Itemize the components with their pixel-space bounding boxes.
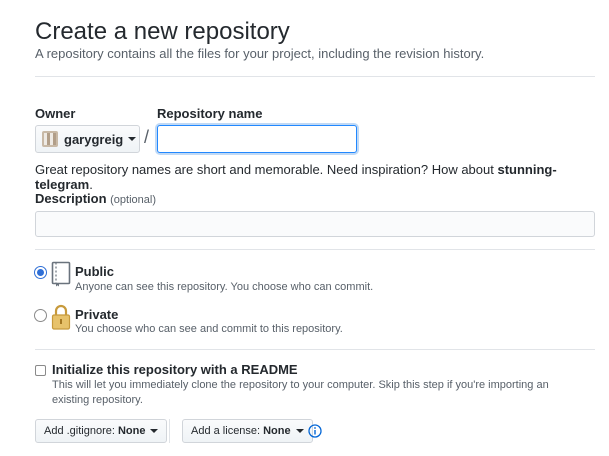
license-label: Add a license: [191, 425, 261, 437]
name-hint-suffix: . [89, 177, 93, 192]
license-value: None [263, 425, 291, 437]
owner-avatar [42, 131, 58, 147]
caret-down-icon [295, 429, 304, 433]
public-description: Anyone can see this repository. You choo… [75, 281, 374, 293]
name-hint-text: Great repository names are short and mem… [35, 162, 498, 177]
info-icon[interactable] [308, 424, 322, 438]
repo-name-label: Repository name [157, 106, 263, 121]
lock-icon [51, 304, 71, 330]
owner-name: garygreig [64, 131, 124, 147]
owner-label: Owner [35, 106, 76, 121]
header-divider [35, 76, 595, 77]
license-dropdown[interactable]: Add a license: None [182, 419, 313, 443]
description-label-text: Description [35, 191, 107, 206]
repo-book-icon [51, 261, 71, 287]
readme-checkbox[interactable] [35, 365, 46, 376]
name-hint: Great repository names are short and mem… [35, 162, 609, 192]
owner-repo-separator: / [144, 127, 150, 147]
private-radio[interactable] [34, 309, 47, 322]
public-radio[interactable] [34, 266, 47, 279]
repo-name-input[interactable] [157, 125, 357, 153]
optional-tag: (optional) [110, 194, 156, 206]
readme-title: Initialize this repository with a README [52, 362, 298, 377]
gitignore-label: Add .gitignore: [44, 425, 115, 437]
select-divider [169, 419, 170, 443]
private-title: Private [75, 307, 119, 322]
section-divider-2 [35, 349, 595, 350]
readme-description: This will let you immediately clone the … [52, 379, 549, 406]
public-title: Public [75, 264, 115, 279]
page-subtitle: A repository contains all the files for … [35, 46, 485, 61]
caret-down-icon [150, 429, 159, 433]
section-divider [35, 249, 595, 250]
private-description: You choose who can see and commit to thi… [75, 323, 343, 335]
gitignore-dropdown[interactable]: Add .gitignore: None [35, 419, 168, 443]
page-title: Create a new repository [35, 18, 290, 45]
gitignore-value: None [117, 425, 146, 437]
description-input[interactable] [35, 211, 595, 237]
owner-dropdown[interactable]: garygreig [35, 125, 140, 153]
description-label: Description (optional) [35, 191, 156, 206]
caret-down-icon [128, 137, 137, 141]
